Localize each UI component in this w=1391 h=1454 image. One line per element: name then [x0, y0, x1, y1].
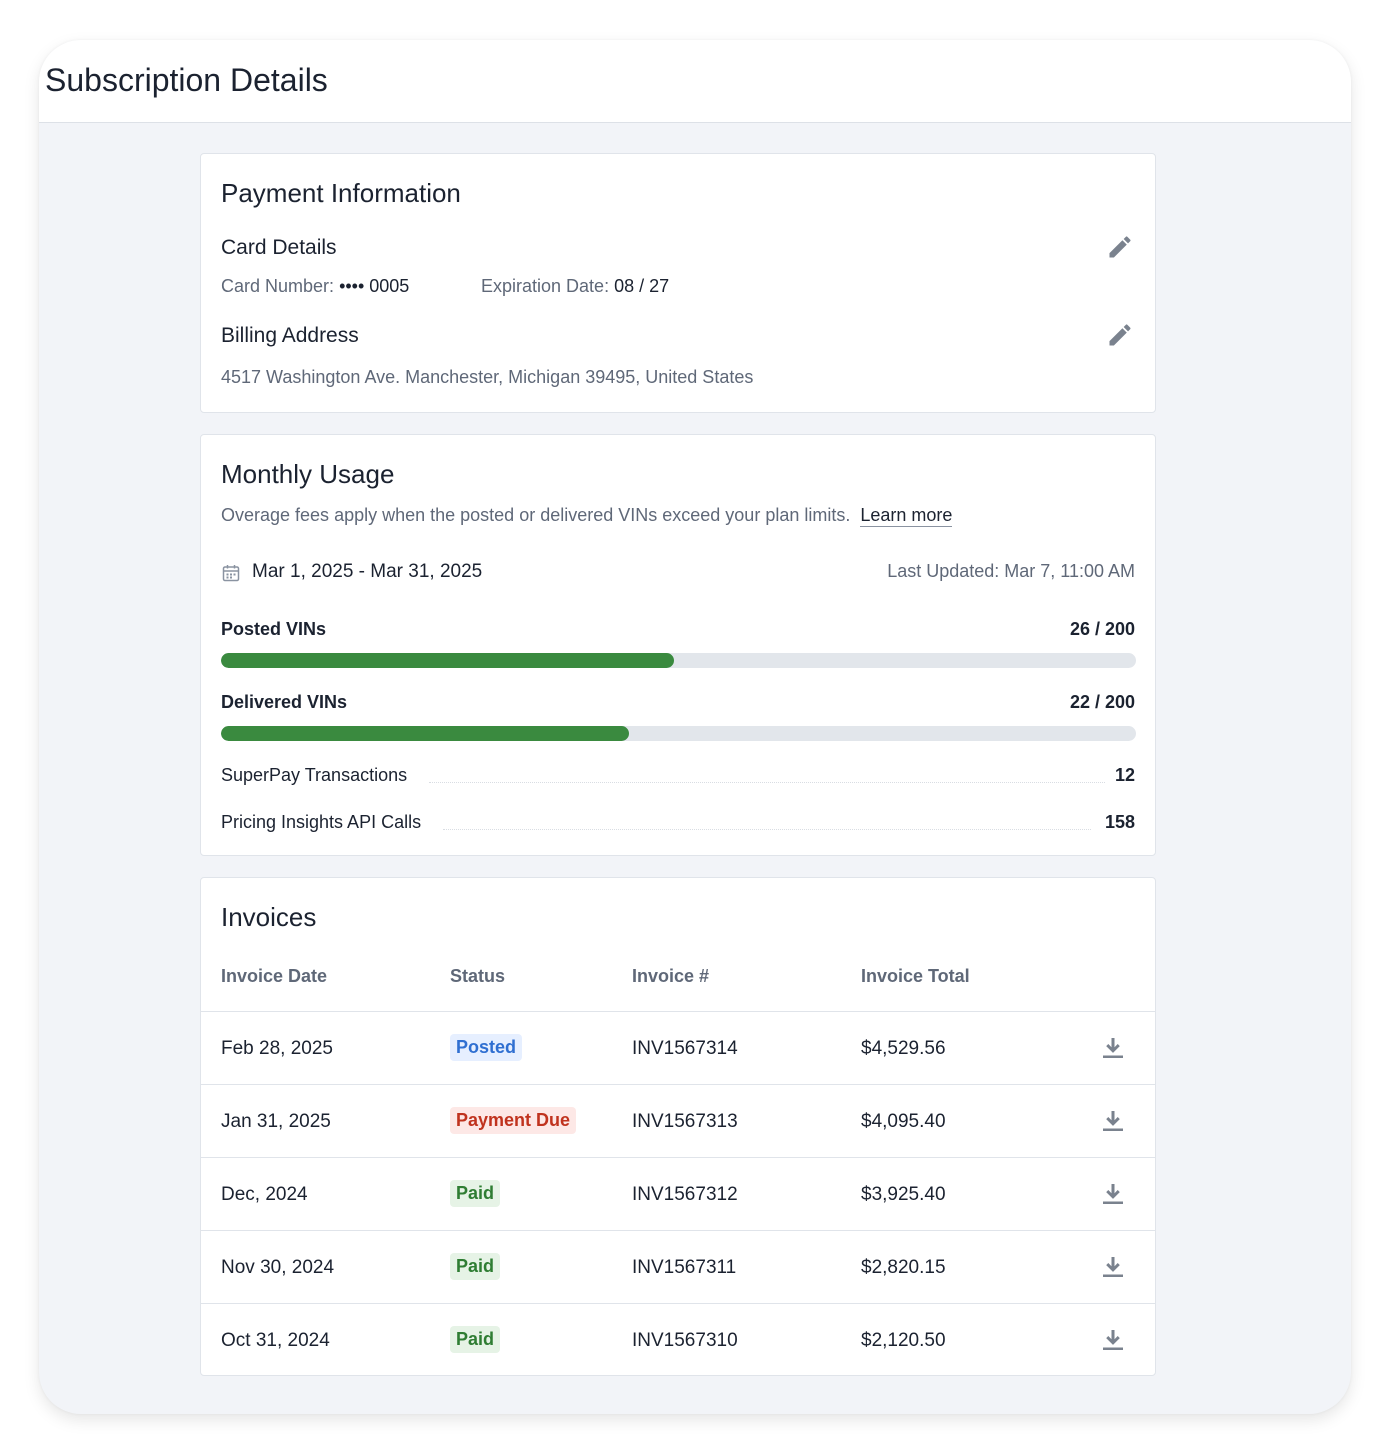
superpay-value: 12 — [1114, 765, 1135, 785]
delivered-vins-label: Delivered VINs — [221, 692, 348, 712]
billing-address-value: 4517 Washington Ave. Manchester, Michiga… — [221, 367, 754, 387]
header-invoice-total: Invoice Total — [861, 966, 970, 986]
status-badge: Paid — [450, 1253, 501, 1280]
delivered-vins-value: 22 / 200 — [1069, 692, 1135, 712]
subscription-window: Subscription Details Payment Information… — [39, 40, 1351, 1414]
billing-address-label: Billing Address — [221, 324, 359, 347]
download-icon[interactable] — [1101, 1109, 1125, 1133]
expiration-value: 08 / 27 — [614, 276, 670, 296]
download-icon[interactable] — [1101, 1255, 1125, 1279]
invoice-total: $3,925.40 — [861, 1184, 946, 1205]
page-title: Subscription Details — [45, 62, 328, 98]
table-row: Jan 31, 2025 Payment Due INV1567313 $4,0… — [201, 1084, 1155, 1158]
invoice-number: INV1567313 — [632, 1111, 738, 1132]
superpay-leader-line — [429, 782, 1105, 783]
header-invoice-date: Invoice Date — [221, 966, 328, 986]
edit-billing-pencil-icon[interactable] — [1106, 321, 1134, 349]
posted-vins-label: Posted VINs — [221, 619, 327, 639]
posted-vins-value: 26 / 200 — [1069, 619, 1135, 639]
invoice-date: Dec, 2024 — [221, 1184, 308, 1205]
invoices-title: Invoices — [221, 902, 317, 932]
header-status: Status — [450, 966, 506, 986]
invoice-date: Jan 31, 2025 — [221, 1111, 331, 1132]
status-badge: Payment Due — [450, 1107, 577, 1134]
delivered-vins-progress — [221, 726, 1136, 741]
superpay-label: SuperPay Transactions — [221, 765, 408, 785]
payment-information-title: Payment Information — [221, 178, 461, 208]
invoice-number: INV1567311 — [632, 1257, 737, 1278]
usage-description: Overage fees apply when the posted or de… — [221, 505, 851, 525]
card-number-row: Card Number: •••• 0005 — [221, 276, 409, 297]
posted-vins-progress — [221, 653, 1136, 668]
card-number-value: •••• 0005 — [339, 276, 410, 296]
pricing-insights-value: 158 — [1104, 812, 1135, 832]
table-row: Oct 31, 2024 Paid INV1567310 $2,120.50 — [201, 1303, 1155, 1377]
expiration-row: Expiration Date: 08 / 27 — [481, 276, 669, 297]
pricing-insights-label: Pricing Insights API Calls — [221, 812, 422, 832]
table-row: Nov 30, 2024 Paid INV1567311 $2,820.15 — [201, 1230, 1155, 1304]
learn-more-link[interactable]: Learn more — [860, 505, 953, 527]
last-updated-text: Last Updated: Mar 7, 11:00 AM — [887, 561, 1135, 581]
usage-description-row: Overage fees apply when the posted or de… — [221, 505, 953, 527]
invoice-number: INV1567314 — [632, 1038, 738, 1059]
payment-information-card: Payment Information Card Details Card Nu… — [200, 153, 1156, 413]
expiration-label: Expiration Date: — [481, 276, 610, 296]
invoice-date: Nov 30, 2024 — [221, 1257, 335, 1278]
invoice-total: $4,095.40 — [861, 1111, 946, 1132]
invoice-total: $4,529.56 — [861, 1038, 946, 1059]
header-invoice-number: Invoice # — [632, 966, 710, 986]
status-badge: Paid — [450, 1180, 501, 1207]
table-row: Feb 28, 2025 Posted INV1567314 $4,529.56 — [201, 1011, 1155, 1085]
edit-card-pencil-icon[interactable] — [1106, 233, 1134, 261]
header-bar: Subscription Details — [39, 40, 1351, 123]
usage-date-range: Mar 1, 2025 - Mar 31, 2025 — [252, 561, 483, 582]
download-icon[interactable] — [1101, 1328, 1125, 1352]
status-badge: Paid — [450, 1326, 501, 1353]
download-icon[interactable] — [1101, 1036, 1125, 1060]
calendar-icon — [221, 563, 241, 583]
monthly-usage-card: Monthly Usage Overage fees apply when th… — [200, 434, 1156, 856]
posted-vins-progress-fill — [221, 653, 674, 668]
monthly-usage-title: Monthly Usage — [221, 459, 395, 489]
invoice-total: $2,820.15 — [861, 1257, 946, 1278]
invoice-date: Feb 28, 2025 — [221, 1038, 333, 1059]
invoices-card: Invoices Invoice Date Status Invoice # I… — [200, 877, 1156, 1376]
invoice-date: Oct 31, 2024 — [221, 1330, 330, 1351]
card-details-label: Card Details — [221, 236, 337, 259]
delivered-vins-progress-fill — [221, 726, 630, 741]
invoice-number: INV1567310 — [632, 1330, 738, 1351]
invoice-number: INV1567312 — [632, 1184, 738, 1205]
download-icon[interactable] — [1101, 1182, 1125, 1206]
table-row: Dec, 2024 Paid INV1567312 $3,925.40 — [201, 1157, 1155, 1231]
card-number-label: Card Number: — [221, 276, 335, 296]
invoice-total: $2,120.50 — [861, 1330, 946, 1351]
status-badge: Posted — [450, 1034, 523, 1061]
pricing-insights-leader-line — [443, 829, 1091, 830]
